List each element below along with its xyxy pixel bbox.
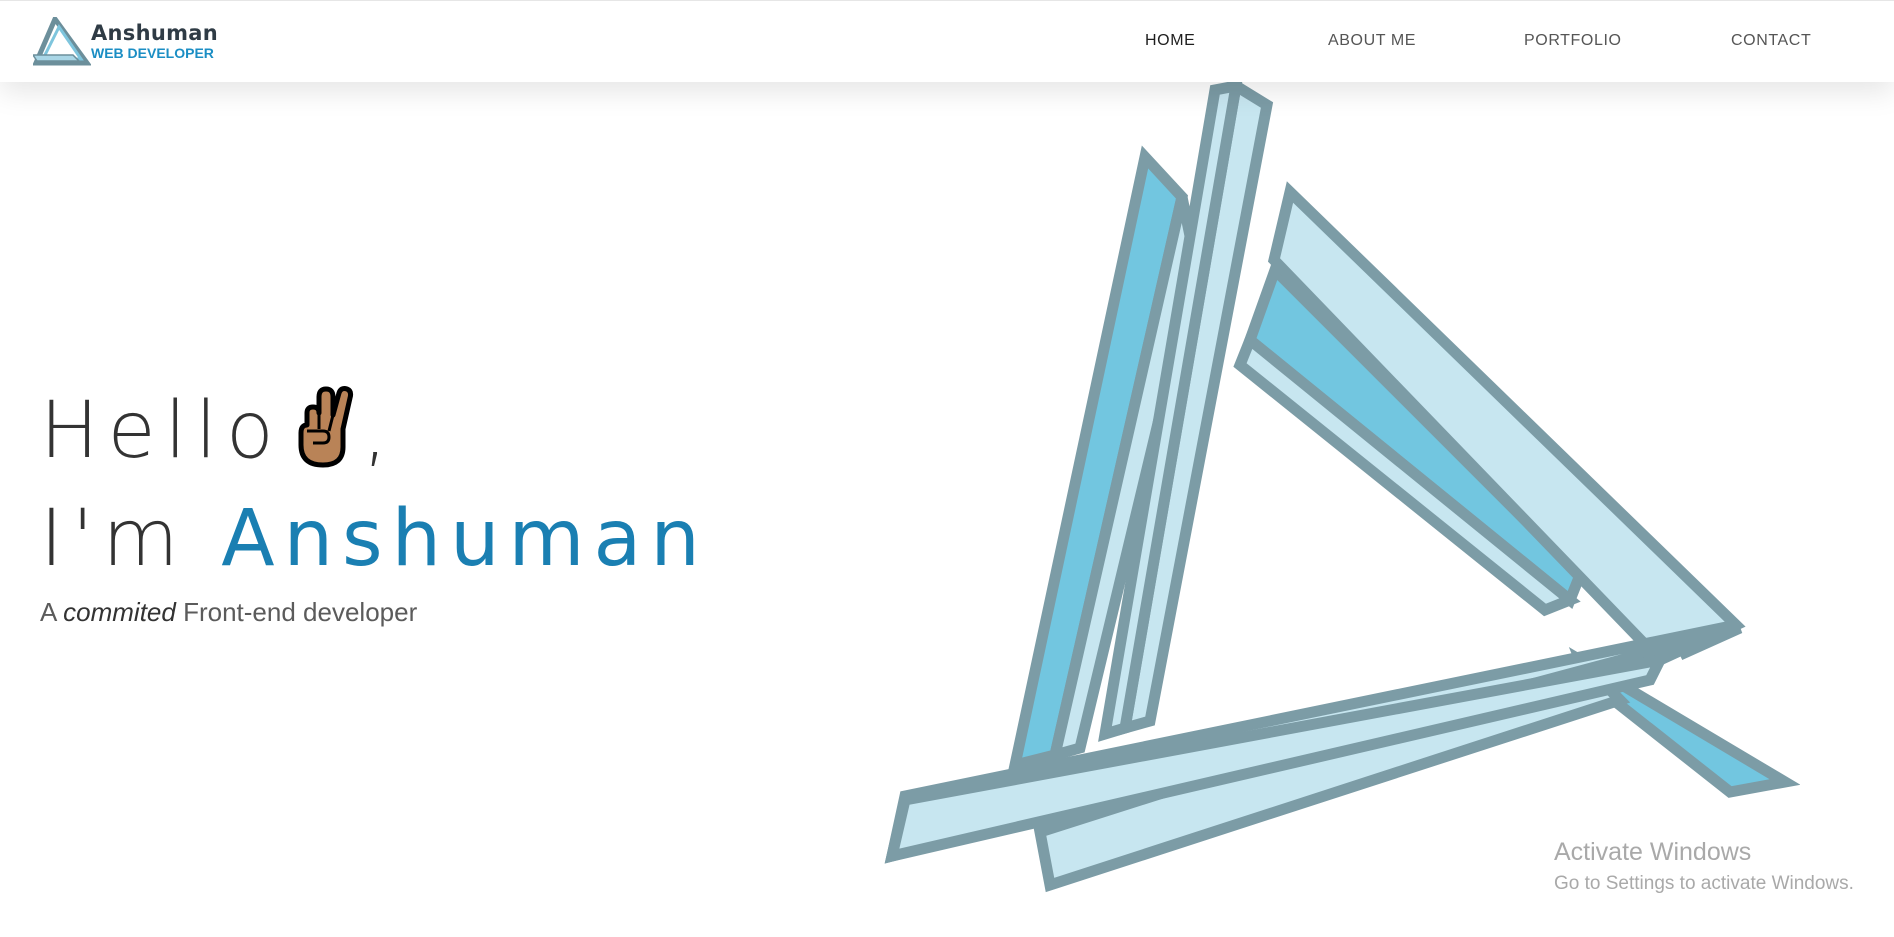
hero-intro: I'm <box>40 494 188 584</box>
tagline-suffix: Front-end developer <box>183 597 418 627</box>
nav-portfolio[interactable]: PORTFOLIO <box>1524 32 1622 50</box>
hero-greeting-comma: , <box>362 386 397 476</box>
nav-home[interactable]: HOME <box>1145 32 1195 50</box>
nav-about-me[interactable]: ABOUT ME <box>1328 32 1416 50</box>
impossible-triangle-illustration <box>884 80 1800 893</box>
hero-greeting-line: Hello , <box>40 385 397 470</box>
tagline-prefix: A <box>40 597 56 627</box>
watermark-subtitle: Go to Settings to activate Windows. <box>1554 873 1854 894</box>
windows-activation-watermark: Activate Windows Go to Settings to activ… <box>1554 838 1854 895</box>
hero-greeting: Hello <box>40 386 283 476</box>
watermark-title: Activate Windows <box>1554 838 1752 866</box>
logo[interactable]: Anshuman WEB DEVELOPER <box>33 17 233 67</box>
hero-name-line: I'm Anshuman <box>40 500 709 578</box>
hero-name: Anshuman <box>221 494 709 584</box>
triangle-logo-icon <box>33 17 91 66</box>
victory-hand-icon <box>289 385 355 469</box>
hero-tagline: A commited Front-end developer <box>40 597 417 628</box>
tagline-emphasis: commited <box>63 597 176 627</box>
nav-contact[interactable]: CONTACT <box>1731 32 1811 50</box>
navbar: Anshuman WEB DEVELOPER HOME ABOUT ME POR… <box>0 0 1894 82</box>
logo-subtitle: WEB DEVELOPER <box>91 45 214 61</box>
logo-name: Anshuman <box>91 21 219 45</box>
